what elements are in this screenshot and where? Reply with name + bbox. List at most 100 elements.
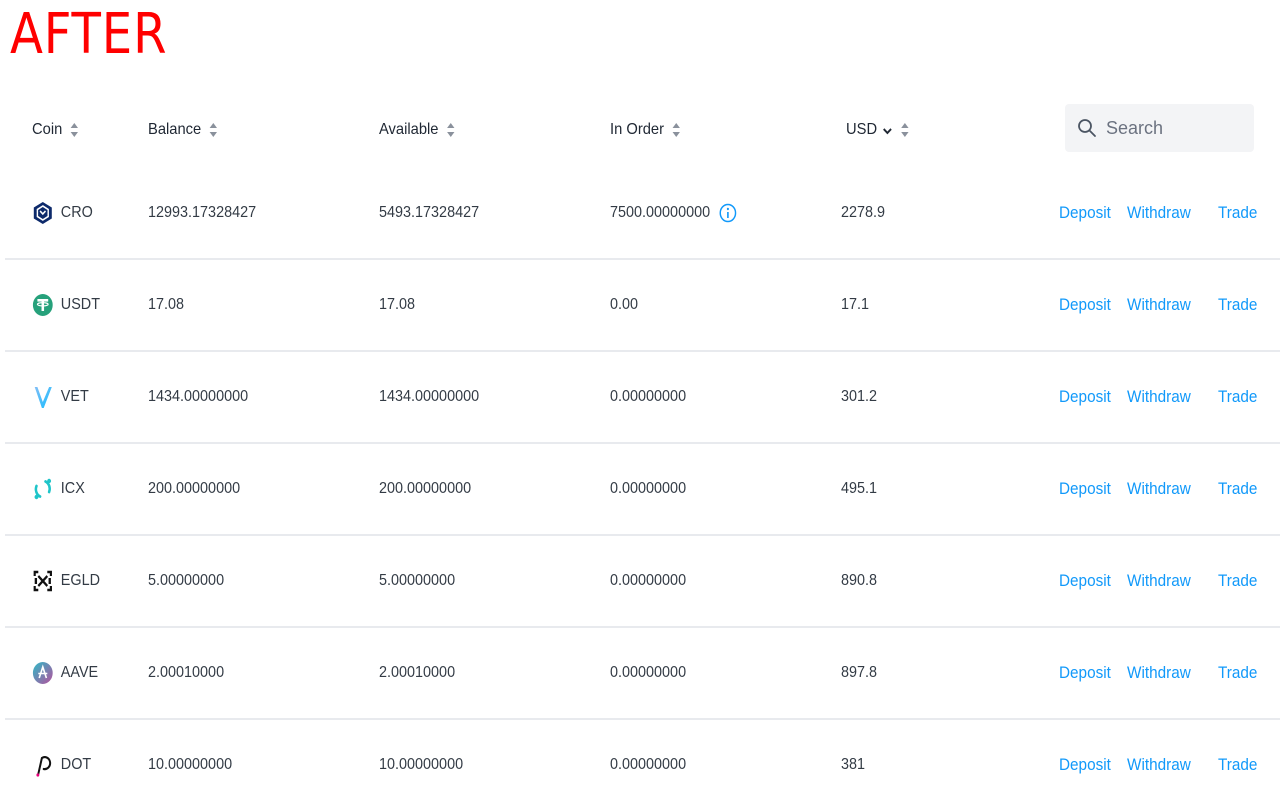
balance-cell: 12993.17328427 [148,204,257,221]
balance-cell: 10.00000000 [148,756,233,773]
info-icon[interactable] [719,203,737,223]
withdraw-button[interactable]: Withdraw [1127,536,1191,626]
icx-icon [32,477,54,501]
header-balance[interactable]: Balance [148,120,218,140]
usdt-icon [32,293,54,317]
header-balance-label: Balance [148,121,202,138]
table-row: EGLD 5.00000000 5.00000000 0.00000000 89… [5,536,1280,628]
table-row: USDT 17.08 17.08 0.00 17.1 Deposit Withd… [5,260,1280,352]
deposit-button[interactable]: Deposit [1059,444,1111,534]
withdraw-button[interactable]: Withdraw [1127,628,1191,718]
withdraw-button[interactable]: Withdraw [1127,260,1191,350]
sort-icon [446,122,455,138]
search-box[interactable] [1065,104,1254,152]
after-label: AFTER [10,2,168,67]
coin-cell: USDT [32,260,100,350]
usd-cell: 897.8 [841,664,878,681]
trade-button[interactable]: Trade [1218,352,1257,442]
table-row: AAVE 2.00010000 2.00010000 0.00000000 89… [5,628,1280,720]
available-cell: 5493.17328427 [379,204,480,221]
trade-button[interactable]: Trade [1218,260,1257,350]
usd-cell: 381 [841,756,866,773]
sort-icon [671,122,680,138]
available-cell: 17.08 [379,296,416,313]
table-row: DOT 10.00000000 10.00000000 0.00000000 3… [5,720,1280,810]
trade-button[interactable]: Trade [1218,536,1257,626]
coin-symbol: EGLD [60,572,101,589]
egld-icon [32,569,54,593]
table-row: CRO 12993.17328427 5493.17328427 7500.00… [5,168,1280,260]
header-available-label: Available [379,121,439,138]
coin-cell: AAVE [32,628,98,718]
dot-icon [32,753,54,777]
header-coin[interactable]: Coin [32,120,79,140]
search-input[interactable] [1106,117,1236,139]
header-in-order-label: In Order [610,121,664,138]
deposit-button[interactable]: Deposit [1059,720,1111,810]
trade-button[interactable]: Trade [1218,720,1257,810]
header-in-order[interactable]: In Order [610,120,681,140]
in-order-value: 0.00 [610,296,639,313]
balance-cell: 1434.00000000 [148,388,249,405]
deposit-button[interactable]: Deposit [1059,168,1111,258]
usd-cell: 17.1 [841,296,870,313]
usd-cell: 890.8 [841,572,878,589]
vet-icon [32,385,54,409]
assets-table: Coin Balance Available In Order USD Sear… [5,88,1280,800]
sort-icon [209,122,218,138]
coin-symbol: USDT [60,296,101,313]
table-body: CRO 12993.17328427 5493.17328427 7500.00… [5,168,1280,810]
deposit-button[interactable]: Deposit [1059,536,1111,626]
in-order-cell: 0.00000000 [610,536,686,626]
in-order-value: 0.00000000 [610,388,687,405]
withdraw-button[interactable]: Withdraw [1127,444,1191,534]
coin-symbol: CRO [60,204,93,221]
sort-icon [900,122,909,138]
available-cell: 10.00000000 [379,756,464,773]
search-icon [1077,118,1097,138]
in-order-value: 0.00000000 [610,480,687,497]
withdraw-button[interactable]: Withdraw [1127,168,1191,258]
trade-button[interactable]: Trade [1218,168,1257,258]
usd-cell: 495.1 [841,480,878,497]
aave-icon [32,661,54,685]
in-order-value: 0.00000000 [610,756,687,773]
deposit-button[interactable]: Deposit [1059,628,1111,718]
table-header: Coin Balance Available In Order USD [5,88,1280,174]
in-order-value: 0.00000000 [610,664,687,681]
coin-cell: EGLD [32,536,100,626]
coin-symbol: ICX [60,480,85,497]
usd-cell: 2278.9 [841,204,886,221]
in-order-cell: 0.00 [610,260,638,350]
usd-cell: 301.2 [841,388,878,405]
coin-cell: ICX [32,444,85,534]
available-cell: 2.00010000 [379,664,456,681]
in-order-value: 7500.00000000 [610,204,711,221]
trade-button[interactable]: Trade [1218,628,1257,718]
balance-cell: 5.00000000 [148,572,225,589]
sort-icon [70,122,79,138]
coin-symbol: AAVE [60,664,99,681]
withdraw-button[interactable]: Withdraw [1127,352,1191,442]
available-cell: 5.00000000 [379,572,456,589]
header-usd[interactable]: USD [846,120,909,140]
coin-cell: DOT [32,720,91,810]
balance-cell: 2.00010000 [148,664,225,681]
chevron-down-icon[interactable] [882,124,893,136]
deposit-button[interactable]: Deposit [1059,352,1111,442]
deposit-button[interactable]: Deposit [1059,260,1111,350]
header-available[interactable]: Available [379,120,455,140]
available-cell: 1434.00000000 [379,388,480,405]
withdraw-button[interactable]: Withdraw [1127,720,1191,810]
table-row: ICX 200.00000000 200.00000000 0.00000000… [5,444,1280,536]
in-order-cell: 0.00000000 [610,444,686,534]
header-coin-label: Coin [32,121,63,138]
coin-cell: VET [32,352,89,442]
trade-button[interactable]: Trade [1218,444,1257,534]
table-row: VET 1434.00000000 1434.00000000 0.000000… [5,352,1280,444]
coin-symbol: DOT [60,756,92,773]
cro-icon [32,201,54,225]
in-order-value: 0.00000000 [610,572,687,589]
in-order-cell: 0.00000000 [610,628,686,718]
balance-cell: 200.00000000 [148,480,241,497]
